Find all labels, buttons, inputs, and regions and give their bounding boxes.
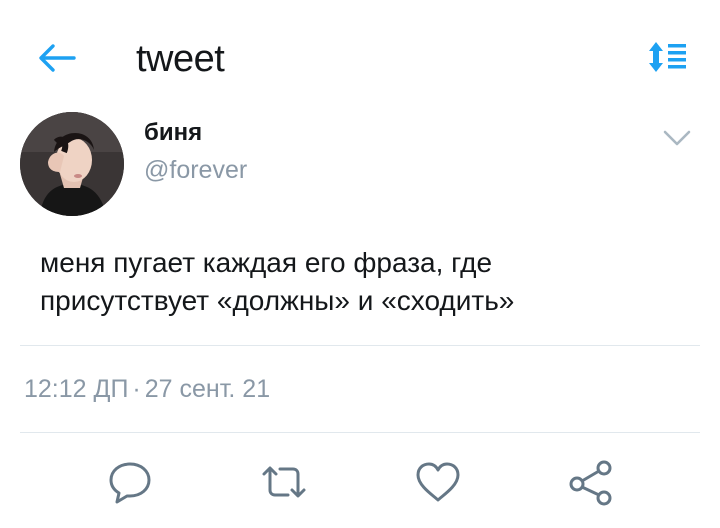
sort-button[interactable]	[646, 38, 690, 78]
divider	[20, 432, 700, 433]
tweet-time: 12:12 ДП	[24, 375, 129, 403]
share-icon	[569, 460, 612, 506]
tweet-text: меня пугает каждая его фраза, где присут…	[40, 244, 680, 320]
sort-list-icon	[649, 42, 686, 72]
tweet-text-line: меня пугает каждая его фраза, где	[40, 247, 493, 278]
arrow-left-icon	[39, 44, 76, 72]
author-handle[interactable]: @forever	[144, 154, 247, 186]
chevron-down-icon	[663, 130, 691, 146]
reply-icon	[109, 462, 151, 504]
like-icon	[416, 462, 460, 502]
back-button[interactable]	[34, 38, 78, 78]
author-avatar[interactable]	[20, 112, 124, 216]
tweet-date: 27 сент. 21	[144, 375, 271, 403]
tweet-text-line: присутствует «должны» и «сходить»	[40, 285, 515, 316]
retweet-icon	[262, 466, 306, 498]
divider	[20, 345, 700, 346]
user-avatar	[20, 112, 124, 216]
top-bar: tweet	[0, 0, 720, 100]
reply-button[interactable]	[104, 456, 156, 508]
retweet-button[interactable]	[258, 456, 310, 508]
more-options-button[interactable]	[660, 124, 694, 152]
page-title: tweet	[136, 38, 225, 80]
timestamp-separator: ·	[132, 375, 141, 403]
tweet-timestamp: 12:12 ДП · 27 сент. 21	[24, 372, 270, 406]
like-button[interactable]	[412, 456, 464, 508]
author-name[interactable]: биня	[144, 118, 202, 148]
share-button[interactable]	[566, 456, 618, 508]
